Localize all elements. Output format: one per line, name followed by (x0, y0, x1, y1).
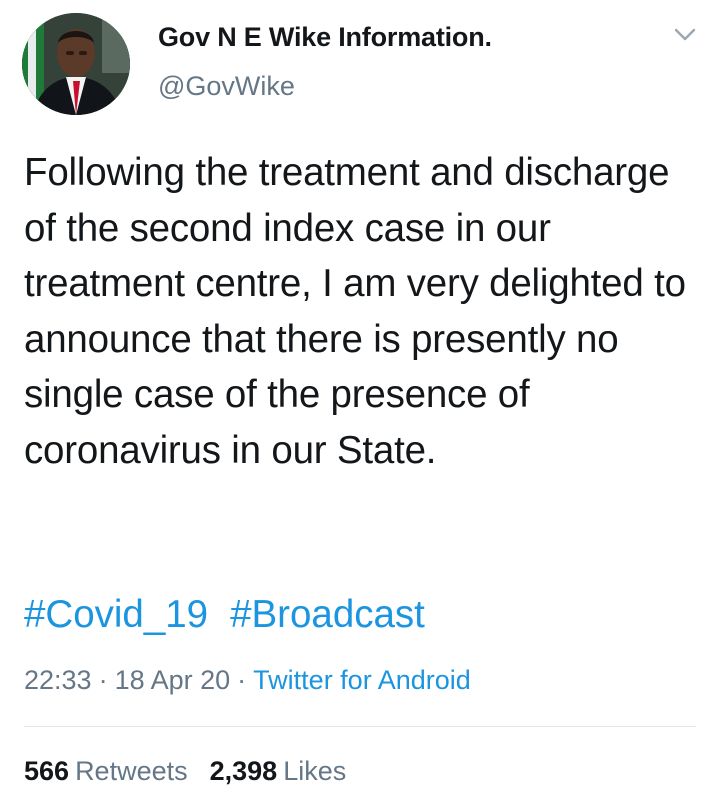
tweet-meta: 22:33 · 18 Apr 20 · Twitter for Android (24, 665, 471, 696)
tweet-text: Following the treatment and discharge of… (24, 151, 686, 472)
likes-count: 2,398 (209, 756, 278, 786)
tweet-source[interactable]: Twitter for Android (253, 665, 471, 695)
tweet-date[interactable]: 18 Apr 20 (115, 665, 231, 695)
divider (24, 726, 696, 727)
author-display-name[interactable]: Gov N E Wike Information. (158, 22, 492, 53)
meta-separator: · (237, 665, 247, 695)
retweets-label: Retweets (75, 756, 188, 786)
tweet-stats: 566 Retweets 2,398 Likes (24, 756, 346, 787)
likes-stat[interactable]: 2,398 Likes (210, 756, 347, 786)
avatar[interactable] (22, 13, 130, 115)
hashtag-broadcast[interactable]: #Broadcast (230, 593, 425, 636)
likes-label: Likes (283, 756, 347, 786)
tweet-time[interactable]: 22:33 (24, 665, 92, 695)
author-handle[interactable]: @GovWike (158, 71, 295, 102)
meta-separator: · (98, 665, 108, 695)
chevron-down-icon[interactable] (674, 27, 696, 43)
hashtag-list: #Covid_19 #Broadcast (24, 593, 425, 637)
retweets-count: 566 (24, 756, 70, 786)
retweets-stat[interactable]: 566 Retweets (24, 756, 188, 786)
hashtag-covid-19[interactable]: #Covid_19 (24, 593, 208, 636)
